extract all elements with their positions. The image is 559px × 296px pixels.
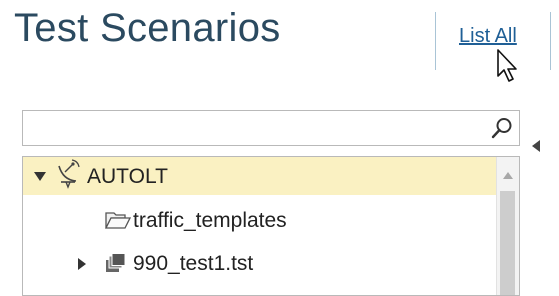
tree-item-autolt[interactable]: AUTOLT [23, 157, 499, 195]
search-box[interactable] [22, 110, 520, 146]
tree-item-label: traffic_templates [133, 209, 287, 232]
tree-item-label: 990_test1.tst [133, 252, 254, 275]
tree-item-990-test1[interactable]: 990_test1.tst [23, 244, 499, 282]
scroll-up-icon[interactable] [503, 172, 513, 179]
collapse-panel-icon[interactable] [530, 139, 542, 153]
tree-scrollbar[interactable] [496, 157, 519, 295]
search-icon[interactable] [491, 117, 513, 139]
header-divider-left [435, 12, 436, 70]
page-title: Test Scenarios [14, 6, 281, 50]
collapsed-arrow-icon[interactable] [77, 257, 87, 271]
list-all-link[interactable]: List All [459, 25, 517, 48]
tree-item-traffic-templates[interactable]: traffic_templates [23, 201, 499, 239]
folder-open-icon [105, 212, 131, 229]
search-input[interactable] [23, 111, 497, 145]
expanded-arrow-icon[interactable] [33, 171, 47, 183]
test-file-icon [106, 253, 126, 272]
scenario-tree: AUTOLT traffic_templates 990_test1.tst [22, 156, 520, 296]
satellite-icon [58, 159, 80, 189]
scrollbar-thumb[interactable] [500, 191, 515, 295]
tree-item-label: AUTOLT [87, 165, 168, 188]
mouse-pointer-icon [497, 49, 517, 82]
header-divider-right [550, 12, 551, 70]
